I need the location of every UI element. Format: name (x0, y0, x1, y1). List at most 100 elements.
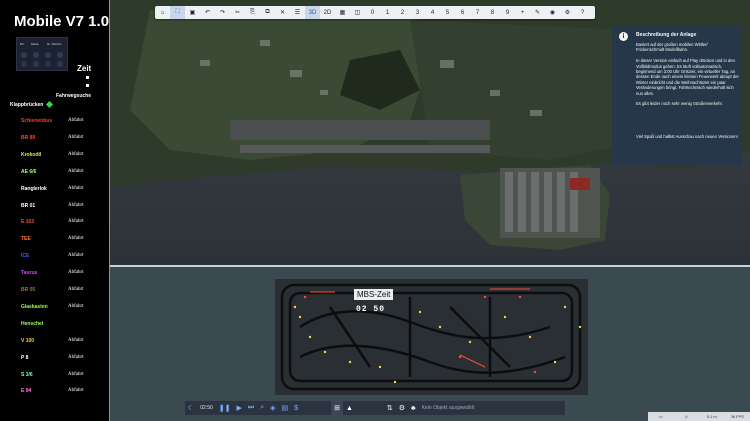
toolbar-n2-button[interactable]: 2 (395, 6, 410, 19)
abfahrt-button[interactable]: Abfahrt (68, 219, 84, 224)
mini-button[interactable] (21, 52, 27, 58)
toolbar-n9-button[interactable]: 9 (500, 6, 515, 19)
toolbar-settings-button[interactable]: ⚙ (560, 6, 575, 19)
train-row: Taurus Abfahrt (0, 270, 109, 278)
train-name: Henschel (21, 320, 44, 327)
screen-icon[interactable]: ▭ (648, 414, 674, 419)
mini-control-panel[interactable]: EV Mode Nr. Weiche (16, 37, 68, 71)
toolbar-grid-button[interactable]: ▦ (335, 6, 350, 19)
settings-button[interactable]: ⚙ (396, 401, 408, 415)
simulation-bar: ☾ 02:50 ❚❚ ▶ ⏭ ⌕ ◈ ▤ $ ⊞ ▲ ⇅ ⚙ ♣ Kein Ob… (185, 401, 565, 415)
abfahrt-button[interactable]: Abfahrt (68, 135, 84, 140)
toolbar-view-3d-button[interactable]: 3D (305, 6, 320, 19)
search-icon: ⌕ (260, 404, 265, 411)
mini-button[interactable] (21, 61, 27, 67)
track-diagram (275, 279, 588, 395)
train-row: P 8 Abfahrt (0, 355, 109, 363)
toolbar-walk-button[interactable]: ⛶ (170, 6, 185, 19)
toolbar-n6-button[interactable]: 6 (455, 6, 470, 19)
abfahrt-button[interactable]: Abfahrt (68, 355, 84, 360)
train-row: BR 01 Abfahrt (0, 203, 109, 211)
toolbar-n3-button[interactable]: 3 (410, 6, 425, 19)
toolbar-camera-button[interactable]: ◉ (545, 6, 560, 19)
train-row: E 103 Abfahrt (0, 219, 109, 227)
abfahrt-button[interactable]: Abfahrt (68, 118, 84, 123)
mini-button[interactable] (57, 61, 63, 67)
toolbar-n8-button[interactable]: 8 (485, 6, 500, 19)
mini-button[interactable] (45, 52, 51, 58)
toolbar-delete-button[interactable]: ✕ (275, 6, 290, 19)
distance-readout: 5.1 m (706, 414, 717, 419)
abfahrt-button[interactable]: Abfahrt (68, 152, 84, 157)
layers-icon: ◈ (270, 405, 276, 412)
description-panel: i Beschreibung der Anlage Basiert auf de… (612, 26, 742, 165)
train-row: TEE Abfahrt (0, 236, 109, 244)
fast-forward-button[interactable]: ⏭ (245, 401, 257, 415)
toolbar-split-button[interactable]: ◫ (350, 6, 365, 19)
windows-button[interactable]: ⊞ (331, 401, 343, 415)
train-row: AE 6/6 Abfahrt (0, 169, 109, 177)
abfahrt-button[interactable]: Abfahrt (68, 203, 84, 208)
toolbar-layers-button[interactable]: ☰ (290, 6, 305, 19)
2d-track-view[interactable] (110, 267, 750, 421)
money-button[interactable]: $ (291, 401, 301, 415)
pause-button[interactable]: ❚❚ (216, 401, 234, 415)
moon-icon: ☾ (188, 405, 195, 412)
abfahrt-button[interactable]: Abfahrt (68, 169, 84, 174)
toolbar-home-button[interactable]: ⌂ (155, 6, 170, 19)
toolbar-cut-button[interactable]: ✂ (230, 6, 245, 19)
abfahrt-button[interactable]: Abfahrt (68, 270, 84, 275)
toolbar-copy-button[interactable]: ⎘ (245, 6, 260, 19)
cube-icon: ▤ (281, 405, 289, 412)
abfahrt-button[interactable]: Abfahrt (68, 304, 84, 309)
toolbar-edit-button[interactable]: ✎ (530, 6, 545, 19)
abfahrt-button[interactable]: Abfahrt (68, 186, 84, 191)
object-field[interactable]: Kein Objekt ausgewählt (419, 401, 478, 415)
toolbar-help-button[interactable]: ? (575, 6, 590, 19)
control-panel: Mobile V7 1.0 EV Mode Nr. Weiche Zeit Fa… (0, 0, 109, 421)
toolbar-n1-button[interactable]: 1 (380, 6, 395, 19)
search-button[interactable]: ⌕ (257, 401, 267, 415)
description-title: Beschreibung der Anlage (636, 32, 697, 38)
mini-button[interactable] (45, 61, 51, 67)
abfahrt-button[interactable]: Abfahrt (68, 372, 84, 377)
abfahrt-button[interactable]: Abfahrt (68, 236, 84, 241)
abfahrt-button[interactable]: Abfahrt (68, 338, 84, 343)
train-name: AE 6/6 (21, 168, 37, 175)
mini-button[interactable] (57, 52, 63, 58)
train-name: Taurus (21, 270, 38, 277)
train-name: P 8 (21, 354, 29, 361)
toolbar-n0-button[interactable]: 0 (365, 6, 380, 19)
mini-button[interactable] (33, 61, 39, 67)
abfahrt-button[interactable]: Abfahrt (68, 253, 84, 258)
toolbar-redo-button[interactable]: ↷ (215, 6, 230, 19)
train-name: Ranglerlok (21, 185, 47, 192)
train-name: BR 89 (21, 134, 36, 141)
play-button[interactable]: ▶ (234, 401, 245, 415)
cube-button[interactable]: ▤ (279, 401, 292, 415)
play-icon: ▶ (236, 405, 242, 412)
toolbar-add-button[interactable]: + (515, 6, 530, 19)
toolbar-n5-button[interactable]: 5 (440, 6, 455, 19)
toolbar-n4-button[interactable]: 4 (425, 6, 440, 19)
mini-button[interactable] (33, 52, 39, 58)
train-row: BR 89 Abfahrt (0, 135, 109, 143)
toolbar-save-button[interactable]: ▣ (185, 6, 200, 19)
warning-icon[interactable]: ⚠ (674, 414, 700, 419)
layers-button[interactable]: ◈ (267, 401, 278, 415)
toolbar-view-2d-button[interactable]: 2D (320, 6, 335, 19)
pause-icon: ❚❚ (218, 405, 231, 412)
toolbar-paste-button[interactable]: ⧉ (260, 6, 275, 19)
terrain-button[interactable]: ▲ (343, 401, 356, 415)
klappbruecken-toggle[interactable] (45, 100, 54, 109)
abfahrt-button[interactable]: Abfahrt (68, 388, 84, 393)
train-name: E 94 (21, 388, 32, 395)
tree-icon: ♣ (411, 404, 416, 412)
sliders-button[interactable]: ⇅ (384, 401, 396, 415)
night-mode-button[interactable]: ☾ (185, 401, 197, 415)
tree-button[interactable]: ♣ (408, 401, 419, 415)
toolbar-n7-button[interactable]: 7 (470, 6, 485, 19)
abfahrt-button[interactable]: Abfahrt (68, 287, 84, 292)
toolbar-undo-button[interactable]: ↶ (200, 6, 215, 19)
fahrwegsuche-label[interactable]: Fahrwegsuche (56, 93, 91, 99)
